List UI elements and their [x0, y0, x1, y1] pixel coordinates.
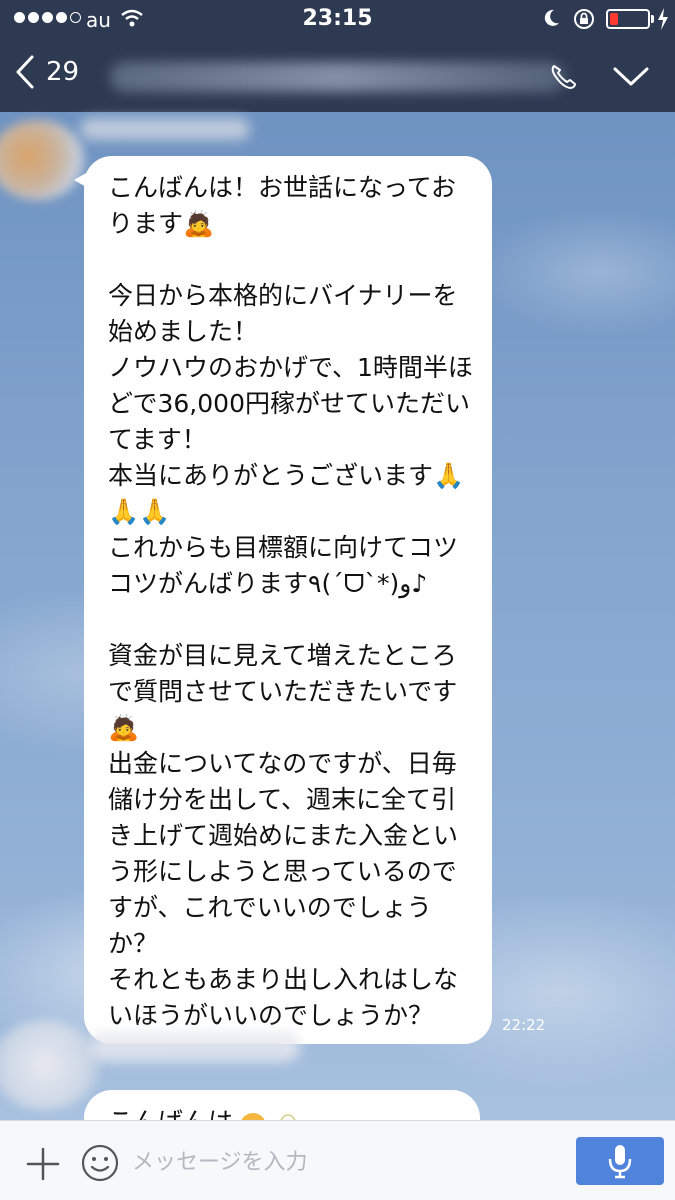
status-bar: au 23:15 — [0, 0, 675, 40]
unread-count: 29 — [46, 57, 80, 87]
message-bubble[interactable]: こんばんは！お世話になっております🙇 今日から本格的にバイナリーを始めました！ … — [84, 156, 492, 1044]
battery-tip — [651, 15, 654, 23]
plus-icon[interactable] — [26, 1147, 60, 1185]
message-input[interactable] — [130, 1139, 564, 1185]
mic-button[interactable] — [576, 1137, 664, 1185]
battery-icon — [606, 9, 650, 29]
moon-icon — [543, 8, 561, 32]
message-text: こんばんは！お世話になっております🙇 今日から本格的にバイナリーを始めました！ … — [108, 173, 473, 1030]
chevron-down-icon[interactable] — [612, 66, 650, 92]
smiley-icon[interactable] — [80, 1143, 120, 1187]
input-bar — [0, 1120, 675, 1200]
sender-name-redacted — [90, 1032, 300, 1062]
message-timestamp: 22:22 — [502, 1016, 546, 1034]
back-button[interactable]: 29 — [14, 54, 79, 90]
phone-icon[interactable] — [548, 62, 578, 96]
rotation-lock-icon — [572, 7, 596, 35]
charging-icon — [656, 8, 670, 34]
microphone-icon — [608, 1145, 632, 1179]
chat-name-redacted — [110, 62, 565, 92]
sender-name-redacted — [80, 118, 250, 140]
chevron-left-icon — [16, 55, 34, 89]
chat-header: 29 — [0, 40, 675, 112]
